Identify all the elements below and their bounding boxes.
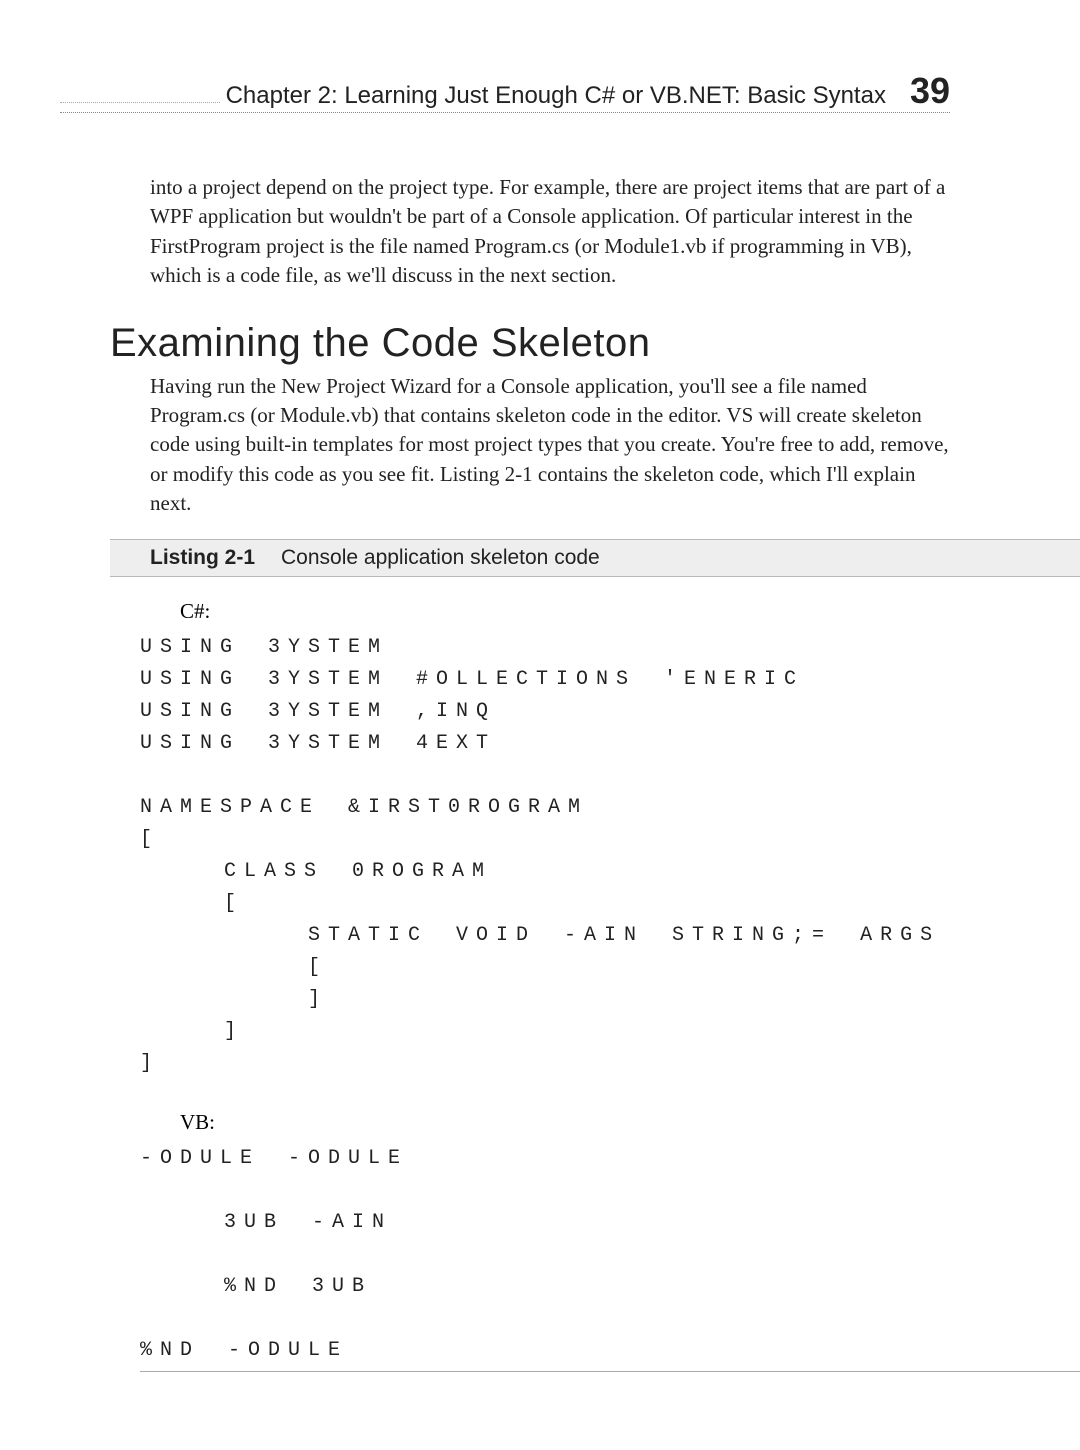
chapter-title: Chapter 2: Learning Just Enough C# or VB… <box>220 82 892 110</box>
vb-code: -ODULE -ODULE 3UB -AIN %ND 3UB %ND -ODUL… <box>140 1143 950 1367</box>
section-paragraph: Having run the New Project Wizard for a … <box>150 372 950 519</box>
section-heading: Examining the Code Skeleton <box>110 321 950 366</box>
page-header: Chapter 2: Learning Just Enough C# or VB… <box>0 70 1080 113</box>
header-line: Chapter 2: Learning Just Enough C# or VB… <box>60 70 950 113</box>
code-end-rule <box>140 1371 1080 1372</box>
page-body: into a project depend on the project typ… <box>150 173 950 1372</box>
page-number: 39 <box>892 70 950 112</box>
csharp-code: USING 3YSTEM USING 3YSTEM #OLLECTIONS 'E… <box>140 632 950 1080</box>
listing-caption: Console application skeleton code <box>281 546 600 569</box>
intro-paragraph: into a project depend on the project typ… <box>150 173 950 291</box>
vb-lang-label: VB: <box>180 1110 950 1135</box>
csharp-lang-label: C#: <box>180 599 950 624</box>
listing-label: Listing 2-1 <box>150 546 255 569</box>
listing-bar: Listing 2-1 Console application skeleton… <box>110 539 1080 577</box>
